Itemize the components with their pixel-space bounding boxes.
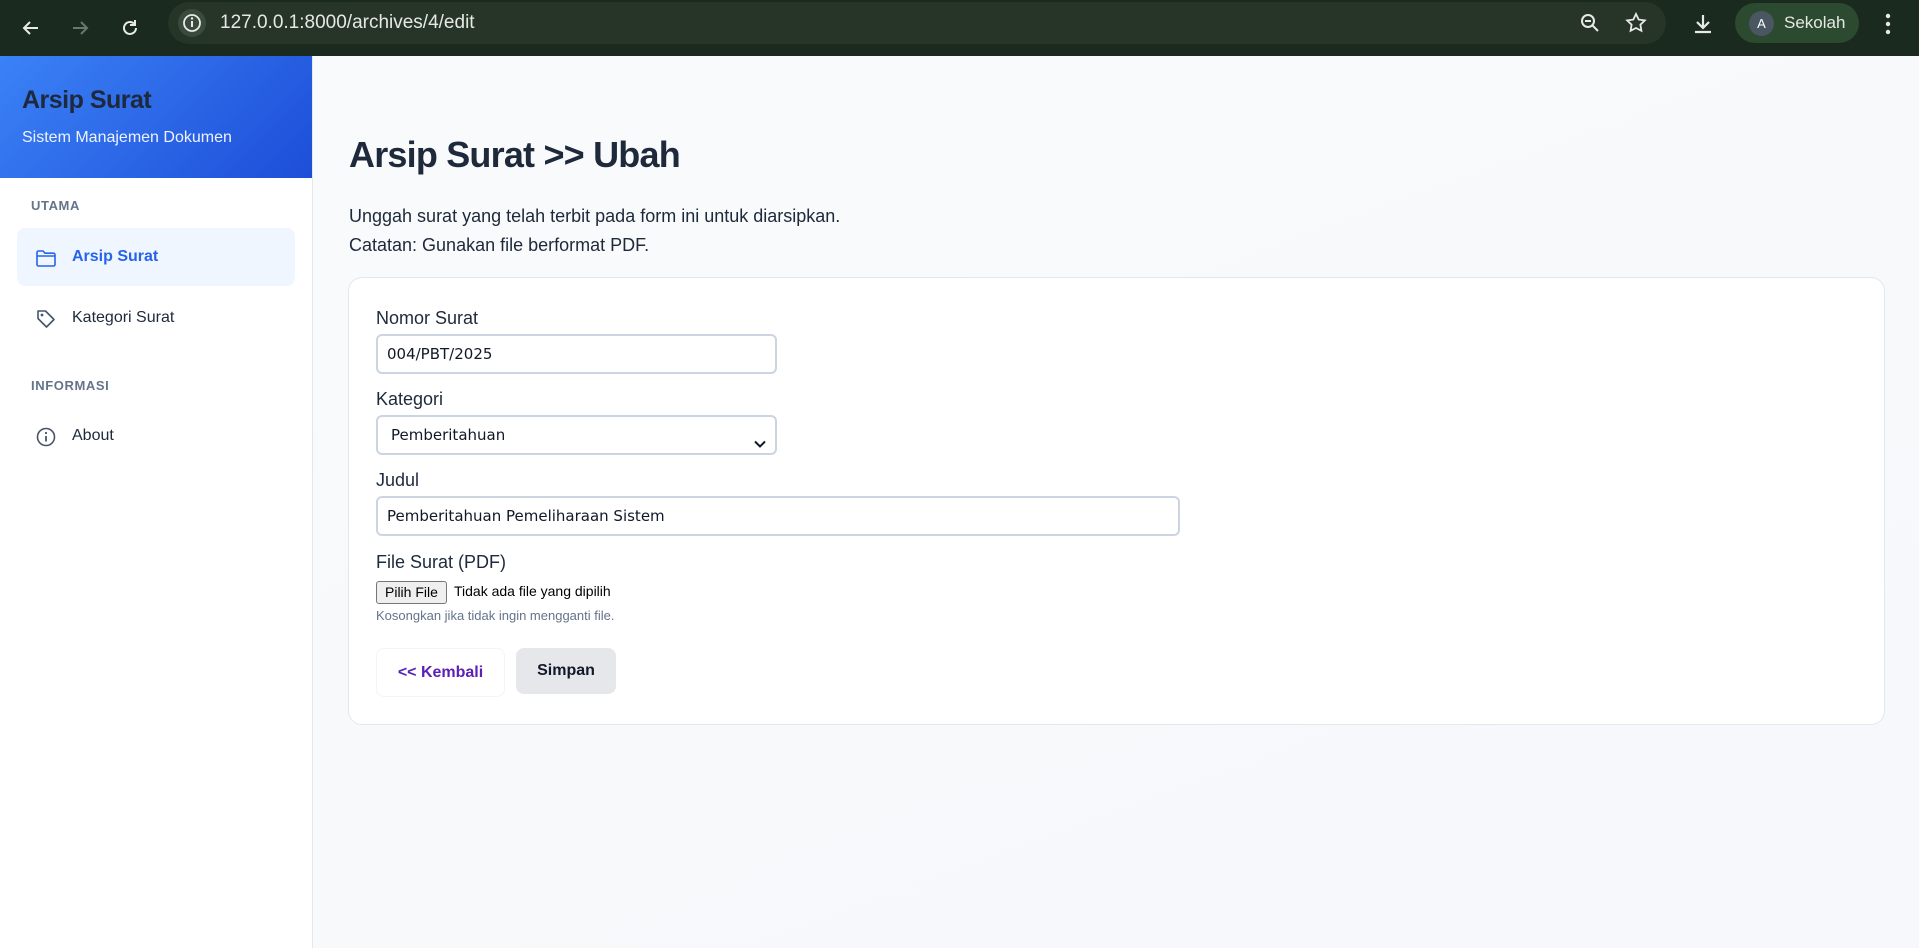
- page-note: Catatan: Gunakan file berformat PDF.: [349, 235, 650, 255]
- back-button[interactable]: << Kembali: [376, 648, 505, 697]
- address-bar[interactable]: 127.0.0.1:8000/archives/4/edit: [168, 2, 1666, 44]
- edit-form-card: Nomor Surat 004/PBT/2025 Kategori Pember…: [348, 277, 1885, 725]
- sidebar-item-label: Kategori Surat: [72, 309, 175, 326]
- choose-file-button[interactable]: Pilih File: [376, 581, 447, 604]
- site-info-icon[interactable]: [178, 9, 206, 37]
- zoom-icon[interactable]: [1578, 11, 1602, 40]
- page-description: Unggah surat yang telah terbit pada form…: [349, 206, 841, 226]
- info-icon: [35, 426, 57, 448]
- sidebar-item-label: About: [72, 427, 114, 444]
- nomor-surat-input[interactable]: 004/PBT/2025: [376, 334, 777, 374]
- sidebar-item-about[interactable]: About: [17, 407, 295, 465]
- browser-toolbar: 127.0.0.1:8000/archives/4/edit A Sekolah: [0, 0, 1919, 56]
- file-status-text: Tidak ada file yang dipilih: [454, 583, 611, 599]
- sidebar: Arsip Surat Sistem Manajemen Dokumen UTA…: [0, 56, 313, 948]
- folder-icon: [35, 247, 57, 269]
- section-label-informasi: INFORMASI: [31, 378, 110, 393]
- app-title: Arsip Surat: [22, 86, 152, 114]
- judul-input[interactable]: Pemberitahuan Pemeliharaan Sistem: [376, 496, 1180, 536]
- more-vert-icon[interactable]: [1878, 12, 1898, 36]
- section-label-utama: UTAMA: [31, 198, 80, 213]
- page-title: Arsip Surat >> Ubah: [349, 134, 681, 175]
- kategori-selected-value: Pemberitahuan: [391, 426, 506, 444]
- chevron-down-icon: [753, 428, 767, 464]
- kategori-label: Kategori: [376, 389, 444, 409]
- reload-icon[interactable]: [112, 10, 148, 46]
- tag-icon: [35, 308, 57, 330]
- sidebar-item-kategori-surat[interactable]: Kategori Surat: [17, 289, 295, 347]
- main-content: Arsip Surat >> Ubah Unggah surat yang te…: [314, 56, 1919, 948]
- profile-name: Sekolah: [1784, 13, 1846, 32]
- file-surat-label: File Surat (PDF): [376, 552, 507, 572]
- judul-label: Judul: [376, 470, 420, 490]
- url-text[interactable]: 127.0.0.1:8000/archives/4/edit: [220, 2, 475, 44]
- star-icon[interactable]: [1624, 11, 1648, 40]
- file-hint: Kosongkan jika tidak ingin mengganti fil…: [376, 608, 615, 623]
- profile-button[interactable]: A Sekolah: [1735, 3, 1859, 43]
- download-icon[interactable]: [1690, 11, 1716, 42]
- avatar: A: [1749, 11, 1774, 36]
- sidebar-brand: Arsip Surat Sistem Manajemen Dokumen: [0, 56, 312, 178]
- sidebar-item-arsip-surat[interactable]: Arsip Surat: [17, 228, 295, 286]
- nomor-surat-label: Nomor Surat: [376, 308, 479, 328]
- back-arrow-icon[interactable]: [13, 10, 49, 46]
- app-subtitle: Sistem Manajemen Dokumen: [22, 129, 232, 146]
- forward-arrow-icon[interactable]: [62, 10, 98, 46]
- save-button[interactable]: Simpan: [516, 648, 616, 694]
- sidebar-item-label: Arsip Surat: [72, 248, 159, 265]
- kategori-select[interactable]: Pemberitahuan: [376, 415, 777, 455]
